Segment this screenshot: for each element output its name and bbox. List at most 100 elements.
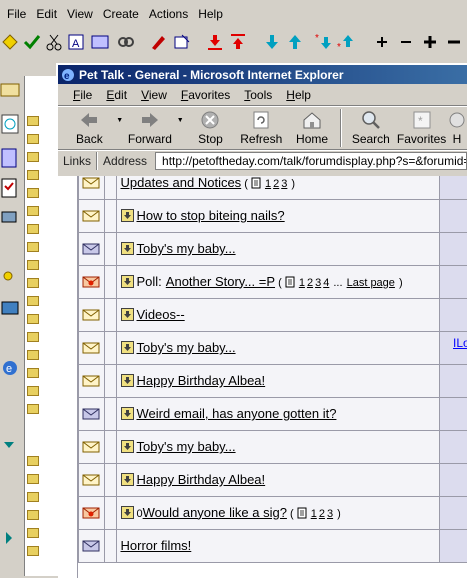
book-icon[interactable] — [0, 296, 20, 320]
folder-icon[interactable] — [27, 224, 39, 234]
folder-icon[interactable] — [27, 510, 39, 520]
folder-icon[interactable] — [27, 404, 39, 414]
folder-icon[interactable] — [27, 456, 39, 466]
page-link[interactable]: 1 — [265, 178, 271, 190]
goto-new-post-icon[interactable] — [121, 439, 137, 454]
thread-title-link[interactable]: Horror films! — [121, 538, 192, 553]
back-dropdown-icon[interactable]: ▼ — [115, 117, 125, 124]
back-menu-help[interactable]: Help — [193, 7, 228, 21]
goto-new-post-icon[interactable] — [121, 340, 137, 355]
plus-icon[interactable] — [372, 32, 392, 52]
page-link[interactable]: 1 — [311, 508, 317, 520]
folder-icon[interactable] — [27, 528, 39, 538]
last-page-link[interactable]: Last page — [347, 277, 395, 289]
scissors-icon[interactable] — [44, 32, 64, 52]
thread-title-link[interactable]: Happy Birthday Albea! — [137, 373, 266, 388]
goto-new-post-icon[interactable] — [121, 472, 137, 487]
menu-help[interactable]: Help — [279, 88, 318, 102]
menu-favorites[interactable]: Favorites — [174, 88, 237, 102]
address-book-icon[interactable] — [0, 146, 20, 170]
link-icon[interactable] — [116, 32, 136, 52]
folder-icon[interactable] — [27, 260, 39, 270]
arrow-up-red-icon[interactable] — [228, 32, 248, 52]
goto-new-post-icon[interactable] — [121, 505, 137, 520]
arrow-down-teal-icon[interactable] — [262, 32, 282, 52]
menu-file[interactable]: File — [66, 88, 99, 102]
folder-icon[interactable] — [27, 152, 39, 162]
key-icon[interactable] — [0, 266, 20, 290]
goto-new-post-icon[interactable] — [121, 406, 137, 421]
folder-icon[interactable] — [27, 386, 39, 396]
arrow-up-teal-icon[interactable] — [285, 32, 305, 52]
format-icon[interactable] — [90, 32, 110, 52]
attach-icon[interactable] — [172, 32, 192, 52]
goto-new-post-icon[interactable] — [121, 307, 137, 322]
back-menu-view[interactable]: View — [62, 7, 98, 21]
back-menu-actions[interactable]: Actions — [144, 7, 193, 21]
page-link[interactable]: 3 — [281, 178, 287, 190]
folder-icon[interactable] — [27, 206, 39, 216]
folder-icon[interactable] — [27, 350, 39, 360]
thread-title-link[interactable]: Weird email, has anyone gotten it? — [137, 406, 337, 421]
thread-title-link[interactable]: Would anyone like a sig? — [143, 505, 287, 520]
thread-title-link[interactable]: Toby's my baby... — [137, 439, 236, 454]
collapse-minus-icon[interactable] — [444, 32, 464, 52]
folder-icon[interactable] — [27, 278, 39, 288]
computer-icon[interactable] — [0, 206, 20, 230]
thread-title-link[interactable]: Toby's my baby... — [137, 241, 236, 256]
page-link[interactable]: 1 — [299, 277, 305, 289]
search-button[interactable]: Search — [345, 107, 396, 146]
thread-title-link[interactable]: How to stop biteing nails? — [137, 208, 285, 223]
folder-icon[interactable] — [27, 474, 39, 484]
menu-tools[interactable]: Tools — [237, 88, 279, 102]
folder-icon[interactable] — [27, 296, 39, 306]
thread-title-link[interactable]: Another Story... =P — [166, 274, 275, 289]
page-link[interactable]: 2 — [307, 277, 313, 289]
page-link[interactable]: 4 — [323, 277, 329, 289]
back-button[interactable]: Back — [64, 107, 115, 146]
folder-icon[interactable] — [27, 546, 39, 556]
tree-expand-arrow-icon[interactable] — [0, 526, 20, 550]
tree-expand-triangle-icon[interactable] — [0, 434, 20, 458]
calendar-icon[interactable] — [0, 112, 20, 136]
goto-new-post-icon[interactable] — [121, 274, 137, 289]
goto-new-post-icon[interactable] — [121, 241, 137, 256]
check-icon[interactable] — [22, 32, 42, 52]
page-link[interactable]: 3 — [327, 508, 333, 520]
expand-plus-icon[interactable] — [420, 32, 440, 52]
folder-icon[interactable] — [27, 368, 39, 378]
diamond-icon[interactable] — [0, 32, 20, 52]
thread-title-link[interactable]: Happy Birthday Albea! — [137, 472, 266, 487]
folder-icon[interactable] — [27, 492, 39, 502]
forward-button[interactable]: Forward — [125, 107, 176, 146]
ie-title-bar[interactable]: e Pet Talk - General - Microsoft Interne… — [58, 65, 467, 84]
todo-icon[interactable] — [0, 176, 20, 200]
page-link[interactable]: 3 — [315, 277, 321, 289]
folder-icon[interactable] — [27, 314, 39, 324]
thread-title-link[interactable]: Updates and Notices — [121, 176, 242, 190]
mail-icon[interactable] — [0, 78, 20, 102]
stop-button[interactable]: Stop — [185, 107, 236, 146]
last-poster-link[interactable]: ILo — [453, 336, 467, 350]
thread-title-link[interactable]: Videos-- — [137, 307, 185, 322]
back-menu-edit[interactable]: Edit — [31, 7, 62, 21]
text-a-icon[interactable]: A — [66, 32, 86, 52]
folder-icon[interactable] — [27, 134, 39, 144]
menu-view[interactable]: View — [134, 88, 174, 102]
folder-icon[interactable] — [27, 170, 39, 180]
folder-icon[interactable] — [27, 188, 39, 198]
thread-title-link[interactable]: Toby's my baby... — [137, 340, 236, 355]
links-label[interactable]: Links — [58, 154, 96, 168]
refresh-button[interactable]: Refresh — [236, 107, 287, 146]
page-link[interactable]: 2 — [319, 508, 325, 520]
forward-dropdown-icon[interactable]: ▼ — [175, 117, 185, 124]
star-up-icon[interactable]: * — [336, 32, 356, 52]
goto-new-post-icon[interactable] — [121, 373, 137, 388]
home-button[interactable]: Home — [287, 107, 338, 146]
favorites-button[interactable]: * Favorites — [396, 107, 447, 146]
address-input[interactable]: e http://petoftheday.com/talk/forumdispl… — [155, 152, 467, 170]
menu-edit[interactable]: Edit — [99, 88, 134, 102]
minus-icon[interactable] — [396, 32, 416, 52]
folder-icon[interactable] — [27, 116, 39, 126]
arrow-down-red-icon[interactable] — [205, 32, 225, 52]
